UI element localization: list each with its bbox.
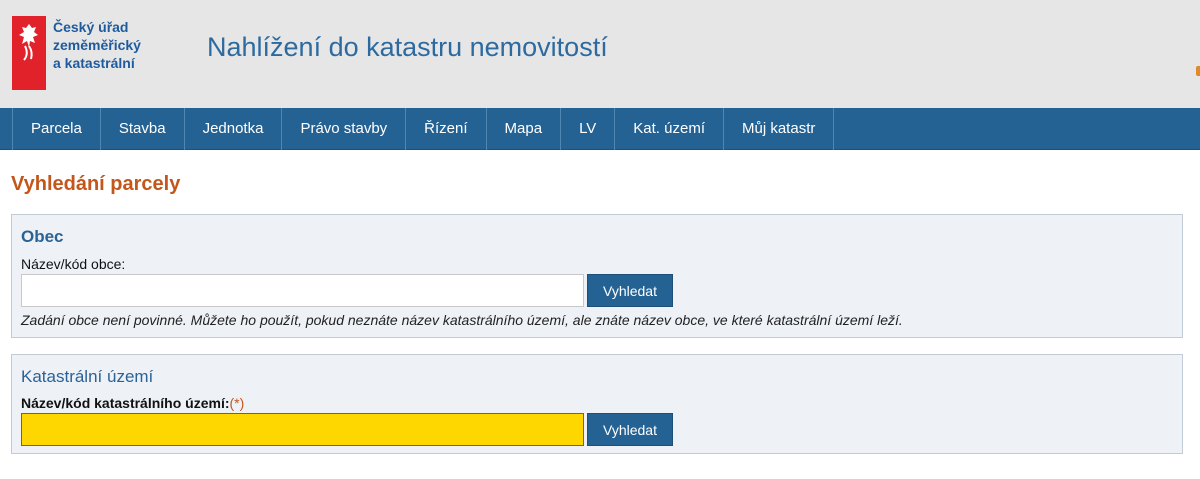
katastralni-uzemi-search-button[interactable]: Vyhledat	[587, 413, 673, 446]
logo-line: a katastrální	[53, 55, 135, 71]
katastralni-uzemi-input[interactable]	[21, 413, 584, 446]
nav-item-kat-uzemi[interactable]: Kat. území	[615, 108, 724, 150]
katastralni-uzemi-panel: Katastrální území Název/kód katastrálníh…	[11, 354, 1183, 454]
required-mark: (*)	[229, 395, 245, 411]
obec-search-panel: Obec Název/kód obce: Vyhledat Zadání obc…	[11, 214, 1183, 338]
nav-item-jednotka[interactable]: Jednotka	[185, 108, 283, 150]
nav-item-lv[interactable]: LV	[561, 108, 616, 150]
nav-list: Parcela Stavba Jednotka Právo stavby Říz…	[12, 108, 835, 150]
edge-tab-marker	[1196, 66, 1200, 76]
field-label: Název/kód obce:	[21, 256, 126, 272]
agency-logo-text[interactable]: Český úřad zeměměřický a katastrální	[53, 18, 141, 72]
obec-search-button[interactable]: Vyhledat	[587, 274, 673, 307]
nav-item-pravo-stavby[interactable]: Právo stavby	[282, 108, 407, 150]
logo-line: zeměměřický	[53, 37, 141, 53]
main-navigation: Parcela Stavba Jednotka Právo stavby Říz…	[0, 108, 1200, 150]
page-title: Vyhledání parcely	[11, 173, 181, 195]
app-title: Nahlížení do katastru nemovitostí	[207, 32, 608, 62]
obec-input[interactable]	[21, 274, 584, 307]
nav-item-rizeni[interactable]: Řízení	[406, 108, 487, 150]
panel-title: Obec	[21, 227, 64, 246]
logo-line: Český úřad	[53, 19, 129, 35]
obec-hint-text: Zadání obce není povinné. Můžete ho použ…	[21, 312, 903, 328]
header: Český úřad zeměměřický a katastrální Nah…	[0, 0, 1200, 108]
nav-item-stavba[interactable]: Stavba	[101, 108, 185, 150]
nav-item-mapa[interactable]: Mapa	[487, 108, 562, 150]
field-label-text: Název/kód katastrálního území:	[21, 395, 230, 411]
panel-title: Katastrální území	[21, 367, 154, 386]
required-field-label: Název/kód katastrálního území:(*)	[21, 395, 244, 411]
nav-item-muj-katastr[interactable]: Můj katastr	[724, 108, 835, 150]
nav-item-parcela[interactable]: Parcela	[13, 108, 101, 150]
czech-lion-icon[interactable]	[12, 16, 46, 90]
